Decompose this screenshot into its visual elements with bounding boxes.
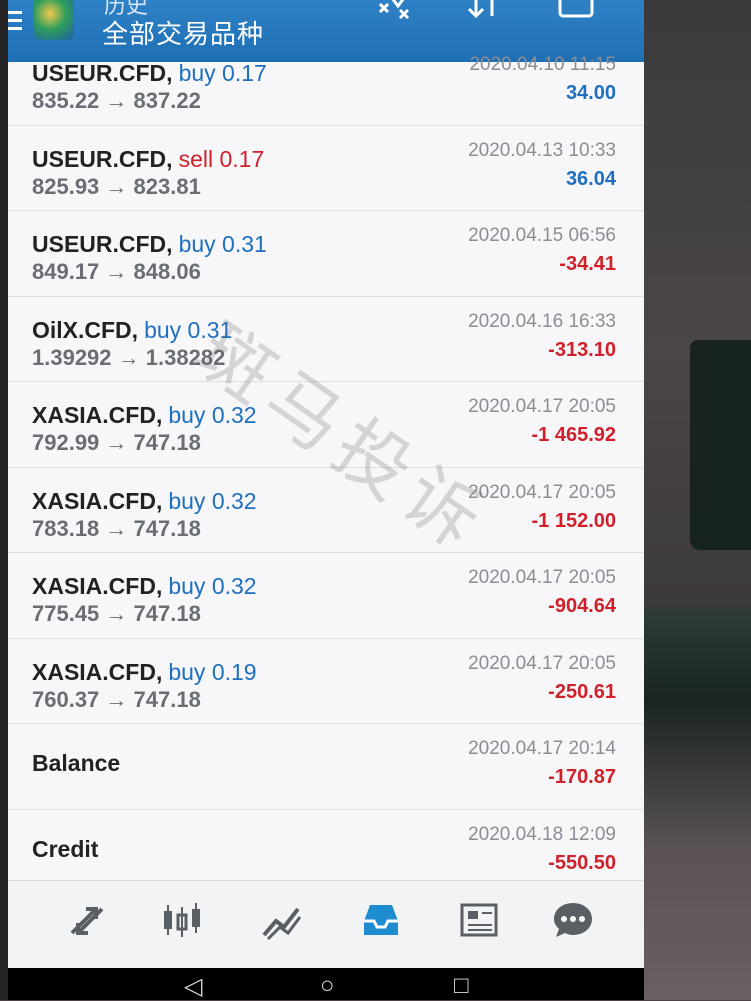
trade-side: buy	[168, 658, 206, 685]
trade-row[interactable]: XASIA.CFD, buy 0.19 760.37 → 747.18 2020.…	[8, 639, 644, 724]
arrow: →	[105, 601, 128, 626]
close-price: 1.38282	[145, 344, 226, 370]
chat-icon[interactable]	[550, 897, 598, 945]
open-price: 775.45	[32, 601, 100, 626]
close-price: 747.18	[133, 430, 201, 455]
trade-symbol: XASIA.CFD,	[32, 402, 163, 428]
open-price: 783.18	[32, 515, 100, 541]
balance-label: Balance	[32, 750, 121, 776]
trade-datetime: 2020.04.16 16:33	[468, 310, 616, 332]
arrow: →	[105, 686, 128, 712]
balance-row[interactable]: Balance 2020.04.17 20:14 -170.87	[8, 724, 644, 810]
close-price: 747.18	[133, 515, 201, 541]
credit-datetime: 2020.04.18 12:09	[468, 823, 616, 845]
trade-icon[interactable]	[258, 897, 306, 945]
back-icon[interactable]: ◁	[184, 972, 202, 1001]
trade-symbol: XASIA.CFD,	[32, 487, 163, 514]
open-price: 825.93	[32, 173, 100, 199]
trade-datetime: 2020.04.10 11:15	[469, 54, 616, 75]
system-navigation-bar: ◁ ○ □	[8, 968, 644, 1000]
trade-row[interactable]: XASIA.CFD, buy 0.32 775.45 → 747.18 2020.…	[8, 553, 644, 639]
trade-profit: -313.10	[548, 338, 616, 361]
trade-lot: 0.31	[187, 316, 233, 343]
open-price: 760.37	[32, 686, 100, 712]
trade-side: buy	[168, 573, 206, 599]
trade-side: sell	[178, 145, 214, 172]
trade-profit: -1 152.00	[531, 509, 616, 532]
trade-side: buy	[144, 316, 182, 343]
trade-row[interactable]: USEUR.CFD, buy 0.31 849.17 → 848.06 2020.…	[8, 211, 644, 297]
trade-symbol: XASIA.CFD,	[32, 658, 163, 685]
news-icon[interactable]	[456, 897, 504, 945]
trade-lot: 0.32	[211, 402, 257, 428]
trade-profit: -34.41	[559, 253, 616, 275]
trade-side: buy	[178, 60, 216, 86]
menu-icon[interactable]	[8, 6, 28, 36]
balance-datetime: 2020.04.17 20:14	[468, 738, 616, 759]
arrow: →	[105, 430, 128, 455]
calendar-icon[interactable]	[556, 0, 596, 32]
arrow: →	[105, 259, 128, 284]
trade-profit: -1 465.92	[531, 424, 616, 446]
trade-datetime: 2020.04.17 20:05	[468, 567, 616, 588]
trade-symbol: XASIA.CFD,	[32, 573, 163, 599]
app-logo	[34, 0, 74, 40]
arrow: →	[105, 515, 128, 541]
trade-symbol: OilX.CFD,	[32, 316, 139, 343]
quotes-icon[interactable]	[64, 897, 112, 945]
trade-row[interactable]: USEUR.CFD, sell 0.17 825.93 → 823.81 2020…	[8, 126, 644, 211]
trade-row[interactable]: OilX.CFD, buy 0.31 1.39292 → 1.38282 2020…	[8, 297, 644, 382]
open-price: 849.17	[32, 259, 100, 284]
open-price: 792.99	[32, 430, 100, 455]
trade-datetime: 2020.04.17 20:05	[468, 396, 616, 417]
trade-datetime: 2020.04.13 10:33	[468, 139, 616, 161]
trade-lot: 0.32	[211, 573, 257, 599]
trade-symbol: USEUR.CFD,	[32, 231, 173, 257]
arrow: →	[105, 173, 128, 199]
arrow: →	[117, 344, 140, 370]
trade-side: buy	[168, 487, 206, 514]
open-price: 1.39292	[32, 344, 112, 370]
close-price: 837.22	[133, 88, 201, 113]
trade-datetime: 2020.04.15 06:56	[468, 225, 616, 246]
home-icon[interactable]: ○	[320, 972, 335, 1000]
trade-row[interactable]: USEUR.CFD, buy 0.17 835.22 → 837.22 2020.…	[8, 40, 644, 126]
close-price: 823.81	[133, 173, 201, 199]
arrow: →	[105, 88, 128, 113]
trade-lot: 0.17	[222, 60, 267, 86]
trade-lot: 0.19	[211, 658, 257, 685]
credit-label: Credit	[32, 835, 99, 862]
trade-side: buy	[168, 402, 206, 428]
bottom-navigation	[8, 880, 644, 968]
history-icon[interactable]	[358, 897, 406, 945]
trade-datetime: 2020.04.17 20:05	[468, 652, 616, 674]
trade-profit: -250.61	[548, 680, 616, 703]
open-price: 835.22	[32, 88, 100, 113]
credit-amount: -550.50	[548, 851, 616, 874]
filter-icon[interactable]	[374, 0, 418, 32]
balance-amount: -170.87	[548, 766, 616, 788]
recents-icon[interactable]: □	[454, 972, 469, 1000]
trade-datetime: 2020.04.17 20:05	[468, 481, 616, 503]
trade-profit: 36.04	[565, 167, 616, 190]
trade-lot: 0.32	[211, 487, 257, 514]
chart-icon[interactable]	[158, 897, 206, 945]
trade-side: buy	[178, 231, 216, 257]
trade-lot: 0.17	[219, 145, 265, 172]
background-object	[690, 340, 751, 550]
history-list: USEUR.CFD, buy 0.17 835.22 → 837.22 2020.…	[8, 40, 644, 894]
trade-row[interactable]: XASIA.CFD, buy 0.32 792.99 → 747.18 2020.…	[8, 382, 644, 468]
trade-symbol: USEUR.CFD,	[32, 60, 173, 86]
trade-profit: 34.00	[565, 82, 616, 104]
phone-screen: 历史 全部交易品种 USEUR.CFD, buy 0.17 835.22 → 83…	[8, 0, 644, 968]
trade-profit: -904.64	[548, 595, 616, 617]
trade-symbol: USEUR.CFD,	[32, 145, 173, 172]
close-price: 747.18	[133, 601, 201, 626]
close-price: 848.06	[133, 259, 201, 284]
trade-row[interactable]: XASIA.CFD, buy 0.32 783.18 → 747.18 2020.…	[8, 468, 644, 553]
trade-lot: 0.31	[222, 231, 267, 257]
close-price: 747.18	[133, 686, 201, 712]
sort-icon[interactable]	[464, 0, 504, 32]
